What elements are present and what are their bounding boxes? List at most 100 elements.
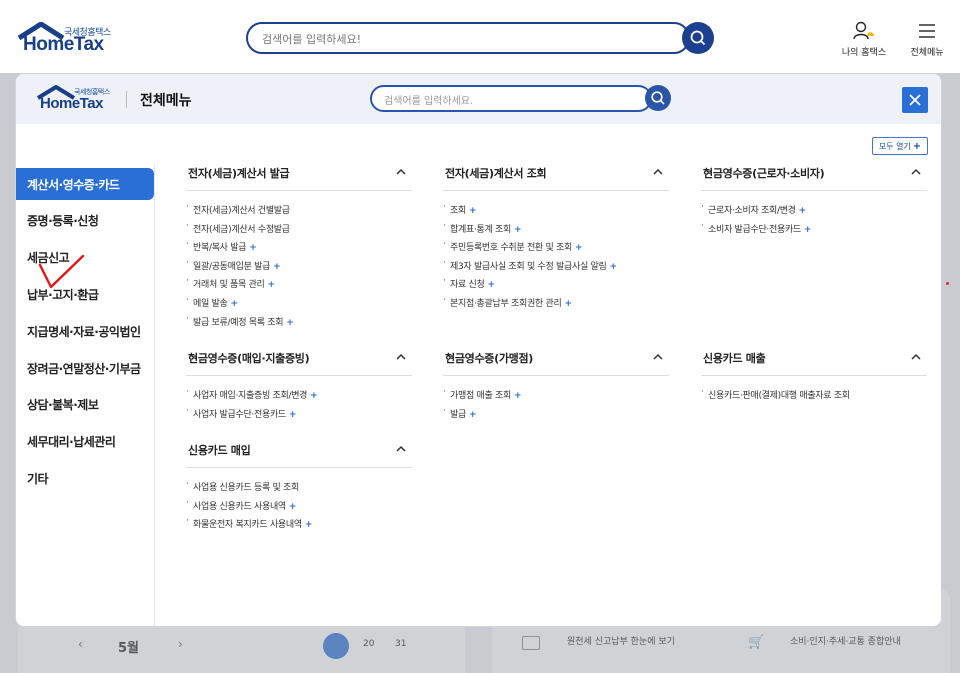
handwritten-checkmark-icon [38,254,85,289]
sidebar-item-consulting[interactable]: 상담·불복·제보 [16,388,154,420]
modal-header: 국세청홈택스 HomeTax 전체메뉴 검색어를 입력하세요. [16,74,941,124]
section-header[interactable]: 신용카드 매출 [701,347,927,376]
expand-plus-icon[interactable]: + [230,299,238,309]
section-list: 신용카드·판매(결제)대행 매출자료 조회 [701,387,927,407]
modal-search-button[interactable] [645,85,671,111]
red-marker [946,282,949,285]
chevron-up-icon[interactable] [395,443,407,455]
plus-icon: + [912,140,922,152]
section-title: 신용카드 매출 [703,352,766,365]
all-menu-button[interactable]: 전체메뉴 [906,20,948,58]
expand-plus-icon[interactable]: + [609,262,617,272]
modal-search-input[interactable]: 검색어를 입력하세요. [370,85,652,112]
expand-plus-icon[interactable]: + [310,391,318,401]
menu-link-label: 본지점·총괄납부 조회권한 관리 [450,298,562,309]
menu-link[interactable]: 사업용 신용카드 등록 및 조회 [186,479,412,499]
logo-text: HomeTax [23,34,104,55]
menu-link[interactable]: 자료 신청+ [443,276,669,296]
menu-link[interactable]: 사업자 매입·지출증빙 조회/변경+ [186,387,412,407]
menu-link[interactable]: 합계표·통계 조회+ [443,221,669,241]
my-hometax-button[interactable]: 나의 홈택스 [838,20,890,58]
expand-plus-icon[interactable]: + [514,391,522,401]
sidebar-item-statements[interactable]: 지급명세·자료·공익법인 [16,315,154,347]
menu-link[interactable]: 반복/복사 발급+ [186,239,412,259]
menu-link-label: 조회 [450,206,466,216]
sidebar-item-receipts-cards[interactable]: 계산서·영수증·카드 [16,168,154,200]
menu-link[interactable]: 제3자 발급사실 조회 및 수정 발급사실 알림+ [443,258,669,278]
expand-plus-icon[interactable]: + [575,243,583,253]
expand-plus-icon[interactable]: + [249,243,257,253]
menu-section: 신용카드 매입사업용 신용카드 등록 및 조회사업용 신용카드 사용내역+화물운… [186,439,412,536]
section-header[interactable]: 신용카드 매입 [186,439,412,468]
sidebar-item-certificates[interactable]: 증명·등록·신청 [16,204,154,236]
top-search-input[interactable]: 검색어를 입력하세요! [246,22,690,54]
menu-link-label: 사업용 신용카드 등록 및 조회 [193,483,300,493]
menu-link[interactable]: 메일 발송+ [186,295,412,315]
menu-link-label: 소비자 발급수단·전용카드 [708,224,801,235]
menu-link[interactable]: 전자(세금)계산서 수정발급 [186,221,412,241]
expand-plus-icon[interactable]: + [469,410,477,420]
menu-link[interactable]: 본지점·총괄납부 조회권한 관리+ [443,295,669,315]
expand-plus-icon[interactable]: + [286,318,294,328]
expand-plus-icon[interactable]: + [804,225,812,235]
menu-link[interactable]: 소비자 발급수단·전용카드+ [701,221,927,241]
menu-link[interactable]: 신용카드·판매(결제)대행 매출자료 조회 [701,387,927,407]
menu-link-label: 근로자·소비자 조회/변경 [708,206,796,216]
chevron-up-icon[interactable] [395,166,407,178]
menu-link[interactable]: 가맹점 매출 조회+ [443,387,669,407]
chevron-up-icon[interactable] [652,351,664,363]
expand-plus-icon[interactable]: + [799,206,807,216]
section-header[interactable]: 현금영수증(매입·지출증빙) [186,347,412,376]
menu-link[interactable]: 조회+ [443,202,669,222]
menu-link-label: 주민등록번호 수취분 전환 및 조회 [450,243,572,254]
section-title: 신용카드 매입 [188,444,251,457]
open-all-label: 모두 열기 [878,141,911,151]
expand-plus-icon[interactable]: + [273,262,281,272]
expand-plus-icon[interactable]: + [487,280,495,290]
expand-plus-icon[interactable]: + [289,410,297,420]
user-bell-icon [853,21,874,40]
menu-section: 현금영수증(근로자·소비자)근로자·소비자 조회/변경+소비자 발급수단·전용카… [701,162,927,240]
section-header[interactable]: 전자(세금)계산서 발급 [186,162,412,191]
section-title: 현금영수증(근로자·소비자) [703,167,825,180]
expand-plus-icon[interactable]: + [564,299,572,309]
menu-link[interactable]: 발급+ [443,406,669,426]
section-header[interactable]: 현금영수증(가맹점) [443,347,669,376]
menu-section: 현금영수증(가맹점)가맹점 매출 조회+발급+ [443,347,669,425]
menu-link[interactable]: 주민등록번호 수취분 전환 및 조회+ [443,239,669,259]
menu-link[interactable]: 화물운전자 복지카드 사용내역+ [186,516,412,536]
menu-link-label: 발급 [450,409,466,420]
menu-link[interactable]: 거래처 및 품목 관리+ [186,276,412,296]
expand-plus-icon[interactable]: + [268,280,276,290]
chevron-up-icon[interactable] [395,351,407,363]
hamburger-menu-icon [919,24,935,38]
section-header[interactable]: 현금영수증(근로자·소비자) [701,162,927,191]
chevron-up-icon[interactable] [910,351,922,363]
chevron-up-icon[interactable] [910,166,922,178]
expand-plus-icon[interactable]: + [289,502,297,512]
expand-plus-icon[interactable]: + [469,206,477,216]
close-button[interactable] [902,87,928,113]
sidebar-item-incentives[interactable]: 장려금·연말정산·기부금 [16,352,154,384]
sidebar-item-etc[interactable]: 기타 [16,462,154,494]
section-header[interactable]: 전자(세금)계산서 조회 [443,162,669,191]
modal-logo-text: HomeTax [40,95,103,112]
my-hometax-label: 나의 홈택스 [841,48,887,58]
menu-link[interactable]: 발급 보류/예정 목록 조회+ [186,314,412,334]
chevron-up-icon[interactable] [652,166,664,178]
sidebar-item-tax-agent[interactable]: 세무대리·납세관리 [16,425,154,457]
modal-title: 전체메뉴 [140,93,192,109]
expand-plus-icon[interactable]: + [514,225,522,235]
menu-link[interactable]: 사업용 신용카드 사용내역+ [186,498,412,518]
menu-link[interactable]: 일괄/공동매입분 발급+ [186,258,412,278]
open-all-button[interactable]: 모두 열기 + [872,137,928,155]
menu-link-label: 합계표·통계 조회 [450,224,511,235]
menu-link[interactable]: 사업자 발급수단·전용카드+ [186,406,412,426]
menu-link-label: 자료 신청 [450,280,485,291]
menu-section: 전자(세금)계산서 발급전자(세금)계산서 건별발급전자(세금)계산서 수정발급… [186,162,412,333]
menu-link[interactable]: 전자(세금)계산서 건별발급 [186,202,412,222]
expand-plus-icon[interactable]: + [305,520,313,530]
menu-link-label: 제3자 발급사실 조회 및 수정 발급사실 알림 [450,261,607,272]
top-search-button[interactable] [682,22,714,54]
menu-link[interactable]: 근로자·소비자 조회/변경+ [701,202,927,222]
